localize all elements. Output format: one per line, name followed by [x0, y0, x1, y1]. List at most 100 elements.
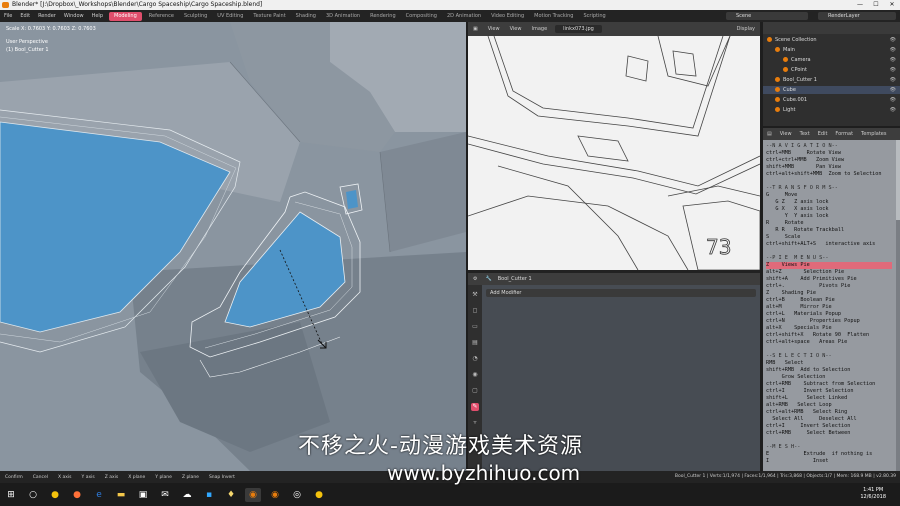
scene-tab-icon[interactable]: ◔: [471, 355, 479, 363]
blender-icon-2[interactable]: ◉: [267, 488, 283, 502]
text-edit-menu[interactable]: Edit: [814, 131, 832, 137]
tab-motion-tracking[interactable]: Motion Tracking: [529, 10, 578, 22]
chrome-icon-2[interactable]: ●: [311, 488, 327, 502]
status-y-plane: Y plane: [155, 474, 172, 480]
outliner-row[interactable]: Main 👁: [763, 46, 900, 54]
scene-selector[interactable]: Scene: [726, 12, 808, 20]
tab-2d-animation[interactable]: 2D Animation: [442, 10, 486, 22]
tab-sculpting[interactable]: Sculpting: [179, 10, 212, 22]
menu-file[interactable]: File: [0, 10, 16, 22]
modifier-tab-icon[interactable]: ✎: [471, 403, 479, 411]
object-type-icon: [783, 67, 788, 72]
visibility-eye-icon[interactable]: 👁: [890, 76, 896, 84]
record-icon[interactable]: ◎: [289, 488, 305, 502]
text-text-menu[interactable]: Text: [796, 131, 814, 137]
windows-taskbar: ⊞ ○ ● ● e ▬ ▣ ✉ ☁ ▪ ♦ ◉ ◉ ◎ ● 1:41 PM 12…: [0, 483, 900, 506]
photoshop-icon[interactable]: ▪: [201, 488, 217, 502]
outliner-row[interactable]: Cube.001 👁: [763, 96, 900, 104]
text-editor-header: ▤ View Text Edit Format Templates: [763, 128, 900, 140]
text-line: ctrl+alt+space Areas Pie: [766, 339, 848, 345]
constraint-tab-icon[interactable]: ▿: [471, 419, 479, 427]
visibility-eye-icon[interactable]: 👁: [890, 46, 896, 54]
explorer-icon[interactable]: e: [91, 488, 107, 502]
outliner-row[interactable]: Light 👁: [763, 106, 900, 114]
tab-compositing[interactable]: Compositing: [401, 10, 442, 22]
text-line: ctrl+shift+ALT+S interactive axis: [766, 241, 876, 247]
tab-video-editing[interactable]: Video Editing: [486, 10, 529, 22]
text-editor[interactable]: --N A V I G A T I O N-- ctrl+MMB Rotate V…: [763, 140, 900, 471]
tab-texture-paint[interactable]: Texture Paint: [248, 10, 290, 22]
tab-scripting[interactable]: Scripting: [578, 10, 610, 22]
mail-icon[interactable]: ✉: [157, 488, 173, 502]
chrome-icon[interactable]: ●: [47, 488, 63, 502]
tool-tab-icon[interactable]: ⚒: [471, 291, 479, 299]
text-line: ctrl+L Materials Popup: [766, 311, 841, 317]
visibility-eye-icon[interactable]: 👁: [890, 96, 896, 104]
outliner-row[interactable]: Bool_Cutter 1 👁: [763, 76, 900, 84]
text-view-menu[interactable]: View: [776, 131, 796, 137]
image-image-menu[interactable]: Image: [526, 26, 552, 32]
cloud-icon[interactable]: ☁: [179, 488, 195, 502]
window-titlebar: Blender* [J:\Dropbox\_Workshops\Blender\…: [0, 0, 900, 10]
view-layer-tab-icon[interactable]: ▤: [471, 339, 479, 347]
text-format-menu[interactable]: Format: [831, 131, 857, 137]
close-button[interactable]: ✕: [884, 0, 900, 10]
image-name-field[interactable]: linkx073.jpg: [555, 25, 602, 33]
text-line: shift+MMB Pan View: [766, 164, 841, 170]
blender-icon[interactable]: ◉: [245, 487, 261, 502]
text-templates-menu[interactable]: Templates: [857, 131, 890, 137]
outliner-row[interactable]: Scene Collection 👁: [763, 36, 900, 44]
add-modifier-button[interactable]: Add Modifier: [486, 289, 756, 297]
visibility-eye-icon[interactable]: 👁: [890, 56, 896, 64]
visibility-eye-icon[interactable]: 👁: [890, 66, 896, 74]
visibility-eye-icon[interactable]: 👁: [890, 36, 896, 44]
visibility-eye-icon[interactable]: 👁: [890, 86, 896, 94]
tab-3d-animation[interactable]: 3D Animation: [321, 10, 365, 22]
maximize-button[interactable]: ☐: [868, 0, 884, 10]
image-editor-type-icon[interactable]: ▣: [468, 26, 483, 32]
3d-viewport[interactable]: Scale X: 0.7603 Y: 0.7603 Z: 0.7603 User…: [0, 22, 466, 471]
world-tab-icon[interactable]: ◉: [471, 371, 479, 379]
windows-icon[interactable]: ⊞: [3, 488, 19, 502]
text-line: ctrl+RMB Subtract from Selection: [766, 381, 876, 387]
properties-type-icon[interactable]: ⚙: [468, 276, 482, 282]
visibility-eye-icon[interactable]: 👁: [890, 106, 896, 114]
firefox-icon[interactable]: ●: [69, 488, 85, 502]
tab-modeling[interactable]: Modeling: [109, 11, 142, 21]
menu-help[interactable]: Help: [88, 10, 107, 22]
search-icon[interactable]: ○: [25, 488, 41, 502]
image-view-menu[interactable]: View: [483, 26, 505, 32]
outliner-row-label: Cube: [783, 87, 796, 93]
store-icon[interactable]: ▣: [135, 488, 151, 502]
menu-render[interactable]: Render: [34, 10, 60, 22]
text-editor-type-icon[interactable]: ▤: [763, 131, 776, 137]
outliner-row[interactable]: Cube 👁: [763, 86, 900, 94]
output-tab-icon[interactable]: ▭: [471, 323, 479, 331]
display-menu[interactable]: Display: [732, 26, 760, 32]
render-tab-icon[interactable]: ◻: [471, 307, 479, 315]
image-editor-header: ▣ View View Image linkx073.jpg Display: [468, 22, 760, 36]
folder-icon[interactable]: ▬: [113, 488, 129, 502]
text-line: alt+M Mirror Pie: [766, 304, 832, 310]
reference-image[interactable]: 73: [468, 36, 760, 270]
tab-shading[interactable]: Shading: [291, 10, 321, 22]
outliner-row-label: CPoint: [791, 67, 807, 73]
outliner-row[interactable]: Camera 👁: [763, 56, 900, 64]
text-line: Z Views Pie: [766, 262, 892, 269]
object-tab-icon[interactable]: ▢: [471, 387, 479, 395]
tab-uv-editing[interactable]: UV Editing: [212, 10, 248, 22]
minimize-button[interactable]: —: [852, 0, 868, 10]
text-line: ctrl+I Invert Selection: [766, 388, 854, 394]
outliner-row[interactable]: CPoint 👁: [763, 66, 900, 74]
menu-edit[interactable]: Edit: [16, 10, 34, 22]
text-scrollbar[interactable]: [896, 140, 900, 471]
image-view-menu-2[interactable]: View: [505, 26, 527, 32]
bulb-icon[interactable]: ♦: [223, 488, 239, 502]
tab-reference[interactable]: Reference: [144, 10, 179, 22]
menu-window[interactable]: Window: [60, 10, 88, 22]
text-line: [766, 178, 892, 185]
text-line: Y Y axis lock: [766, 213, 829, 219]
taskbar-clock[interactable]: 1:41 PM 12/6/2018: [860, 487, 886, 501]
render-layer-selector[interactable]: RenderLayer: [818, 12, 896, 20]
tab-rendering[interactable]: Rendering: [365, 10, 401, 22]
